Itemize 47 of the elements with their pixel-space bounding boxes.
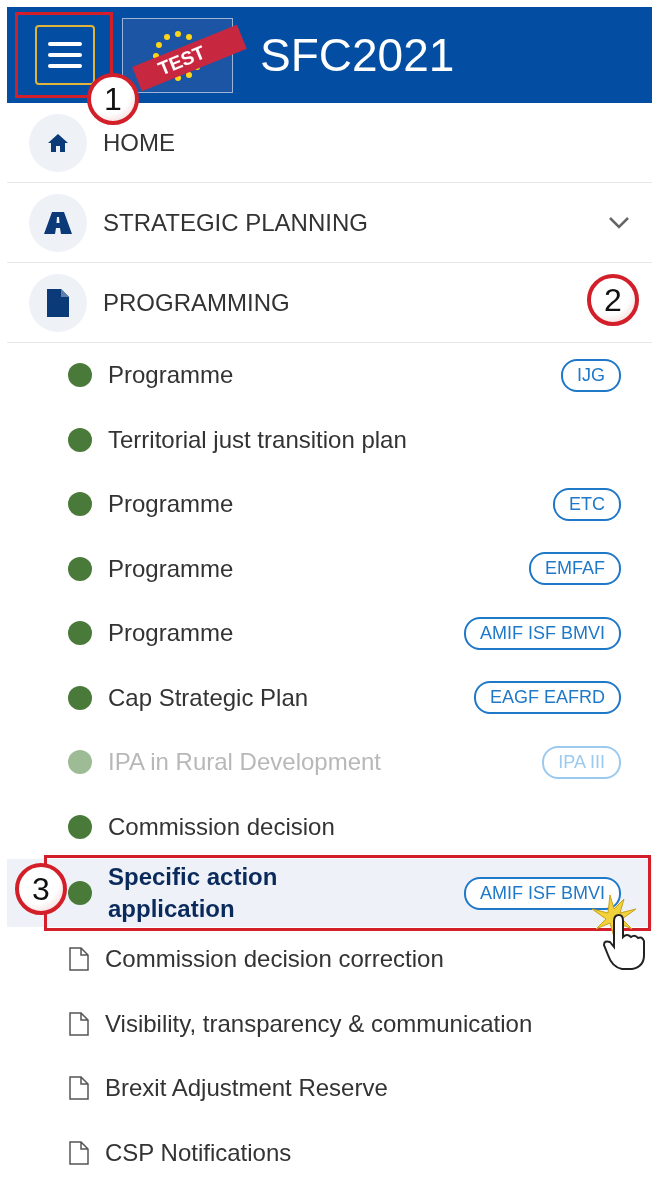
tag: AMIF ISF BMVI [464, 876, 621, 910]
menu-item[interactable]: Territorial just transition plan [7, 407, 652, 472]
page-icon [69, 1011, 89, 1036]
tag: IPA III [542, 745, 621, 779]
section-label: STRATEGIC PLANNING [103, 208, 368, 237]
menu-item[interactable]: Brexit Adjustment Reserve [7, 1056, 652, 1121]
menu-item[interactable]: Programme ETC [7, 472, 652, 537]
item-label: Programme [108, 553, 235, 584]
step-number: 2 [587, 274, 639, 326]
road-icon [44, 211, 72, 234]
menu-item[interactable]: Programme AMIF ISF BMVI [7, 601, 652, 666]
home-icon [47, 132, 69, 153]
menu-item[interactable]: Commission decision [7, 794, 652, 859]
section-label: PROGRAMMING [103, 288, 290, 317]
item-label: CSP Notifications [105, 1137, 293, 1168]
item-label: Programme [108, 489, 235, 520]
menu-item[interactable]: CSP Notifications [7, 1120, 652, 1177]
item-label: Brexit Adjustment Reserve [105, 1073, 389, 1104]
document-icon [47, 288, 69, 317]
tag: ETC [553, 487, 621, 521]
item-label: Programme [108, 618, 235, 649]
menu-section[interactable]: STRATEGIC PLANNING [7, 183, 652, 263]
menu-button[interactable] [35, 25, 95, 85]
page-icon [69, 1140, 89, 1165]
tag: IJG [561, 358, 621, 392]
tag: AMIF ISF BMVI [464, 616, 621, 650]
item-label: Programme [108, 360, 235, 391]
menu-item[interactable]: Cap Strategic Plan EAGF EAFRD [7, 665, 652, 730]
item-label: Commission decision [108, 811, 336, 842]
chevron-down-icon[interactable] [608, 215, 630, 230]
page-icon [69, 947, 89, 972]
item-label: Specific action application [108, 861, 279, 924]
menu-item[interactable]: Visibility, transparency & communication [7, 991, 652, 1056]
menu-item[interactable]: Programme EMFAF [7, 536, 652, 601]
item-label: Commission decision correction [105, 944, 445, 975]
item-label: Cap Strategic Plan [108, 682, 310, 713]
page-icon [69, 1076, 89, 1101]
item-label: IPA in Rural Development [108, 747, 383, 778]
item-label: Visibility, transparency & communication [105, 1008, 534, 1039]
step-number: 1 [87, 73, 139, 125]
menu-icon [48, 41, 82, 69]
tag: EAGF EAFRD [474, 681, 621, 715]
menu-item[interactable]: Programme IJG [7, 343, 652, 408]
app-title: SFC2021 [260, 28, 455, 82]
item-label: Territorial just transition plan [108, 424, 408, 455]
tag: EMFAF [529, 552, 621, 586]
section-label: HOME [103, 128, 175, 157]
